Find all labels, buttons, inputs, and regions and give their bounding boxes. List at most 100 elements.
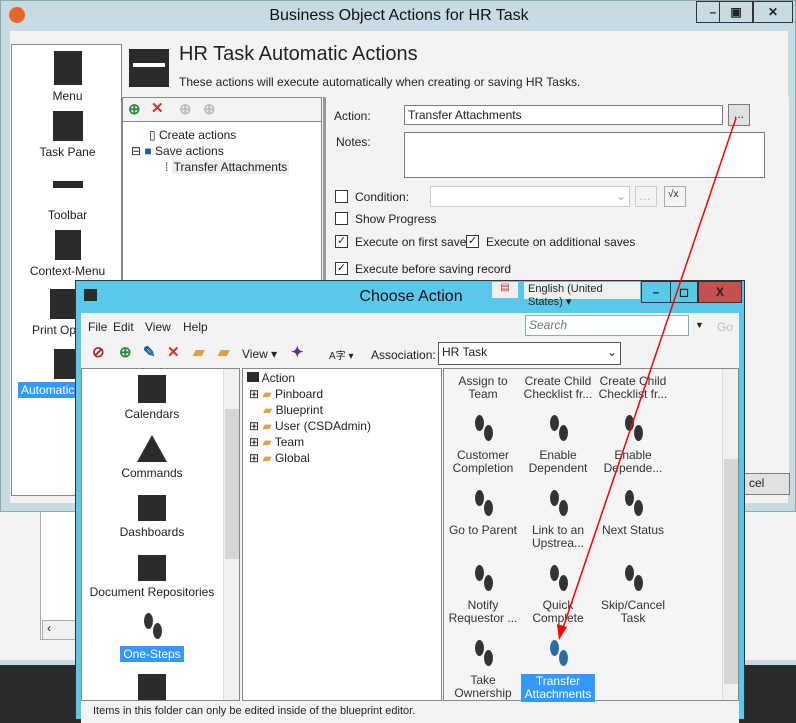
tree-item-transfer-attachments[interactable]: ⁞ Transfer Attachments — [165, 160, 290, 174]
close-button[interactable]: ✕ — [753, 1, 793, 23]
tree-root-action[interactable]: Action — [247, 371, 295, 385]
context-menu-icon — [54, 230, 81, 260]
footprints-icon — [468, 490, 498, 520]
folder-up-icon[interactable]: ▰ — [218, 343, 230, 361]
sidebar-item-task-pane[interactable]: Task Pane — [12, 111, 123, 159]
category-scrollbar[interactable] — [223, 369, 239, 700]
condition-checkbox[interactable] — [335, 190, 348, 203]
language-dropdown[interactable]: English (United States) ▾ — [524, 282, 640, 308]
dialog-close-button[interactable]: X — [698, 281, 742, 303]
dialog-maximize-button[interactable]: ◻ — [670, 281, 698, 303]
tree-item-pinboard[interactable]: ⊞ ▰ Pinboard — [249, 387, 323, 401]
menu-icon — [53, 51, 82, 85]
search-input[interactable]: Search — [525, 315, 689, 336]
category-calendars[interactable]: Calendars — [82, 375, 222, 421]
clapperboard-icon — [129, 49, 169, 87]
action-item[interactable]: Enable Depende... — [596, 415, 670, 475]
category-document-repositories[interactable]: Document Repositories — [82, 555, 222, 599]
category-dashboards[interactable]: Dashboards — [82, 495, 222, 539]
tree-item-create-actions[interactable]: ▯ Create actions — [149, 128, 236, 142]
dialog-minimize-button[interactable]: – — [641, 281, 671, 303]
delete-icon[interactable]: ✕ — [167, 343, 180, 361]
additional-saves-checkbox[interactable]: ✓ — [466, 235, 479, 248]
cancel-icon[interactable]: ⊘ — [92, 343, 105, 361]
action-item[interactable]: Create Child Checklist fr... — [596, 375, 670, 401]
font-icon[interactable]: A字 ▾ — [329, 347, 353, 362]
notes-field[interactable] — [404, 132, 765, 178]
window-title: Business Object Actions for HR Task — [269, 7, 529, 24]
before-saving-checkbox[interactable]: ✓ — [335, 262, 348, 275]
pin-icon[interactable]: ✦ — [291, 343, 304, 361]
tree-item-save-actions[interactable]: ⊟ ■ Save actions — [131, 144, 224, 158]
condition-browse-button[interactable]: … — [635, 186, 657, 207]
search-dropdown-arrow[interactable]: ▼ — [695, 320, 704, 330]
move-down-icon[interactable]: ⊕ — [179, 100, 192, 118]
action-item[interactable]: Quick Complete — [521, 565, 595, 625]
add-icon[interactable]: ⊕ — [128, 100, 141, 118]
category-commands[interactable]: Commands — [82, 435, 222, 480]
tree-item-user[interactable]: ⊞ ▰ User (CSDAdmin) — [249, 419, 371, 433]
us-flag-icon: ▤ — [492, 282, 518, 298]
add-icon[interactable]: ⊕ — [119, 343, 132, 361]
footprints-icon — [618, 490, 648, 520]
delete-icon[interactable]: ✕ — [151, 99, 164, 117]
association-label: Association: — [371, 348, 436, 362]
page-subtitle: These actions will execute automatically… — [179, 75, 581, 89]
action-item[interactable]: Create Child Checklist fr... — [521, 375, 595, 401]
footprints-icon — [468, 415, 498, 445]
action-item[interactable]: Go to Parent — [446, 490, 520, 537]
show-progress-label: Show Progress — [355, 212, 437, 226]
sidebar-item-menu[interactable]: Menu — [12, 51, 123, 103]
action-grid-scrollbar[interactable] — [722, 369, 738, 700]
window-cursor-icon — [138, 674, 166, 700]
new-folder-icon[interactable]: ▰ — [193, 343, 205, 361]
action-item[interactable]: Customer Completion — [446, 415, 520, 475]
action-field[interactable]: Transfer Attachments — [404, 105, 723, 125]
maximize-button[interactable]: ▣ — [719, 1, 753, 23]
scroll-left-button[interactable]: ‹ — [42, 620, 78, 640]
menu-help[interactable]: Help — [183, 320, 208, 334]
sidebar-item-toolbar[interactable]: Toolbar — [12, 181, 123, 222]
footprints-icon — [543, 490, 573, 520]
cancel-button[interactable]: cel — [744, 473, 790, 495]
page-title: HR Task Automatic Actions — [179, 43, 418, 65]
warning-icon — [137, 435, 167, 462]
condition-dropdown[interactable]: ⌄ — [430, 186, 630, 207]
tree-item-global[interactable]: ⊞ ▰ Global — [249, 451, 310, 465]
view-dropdown[interactable]: View ▾ — [242, 347, 277, 361]
action-item[interactable]: Link to an Upstrea... — [521, 490, 595, 550]
menu-file[interactable]: File — [88, 320, 107, 334]
task-pane-icon — [52, 111, 83, 141]
footprints-icon — [543, 640, 573, 670]
menu-view[interactable]: View — [145, 320, 171, 334]
tree-item-team[interactable]: ⊞ ▰ Team — [249, 435, 304, 449]
association-dropdown[interactable]: HR Task ⌄ — [438, 342, 621, 365]
action-item[interactable]: Assign to Team — [446, 375, 520, 401]
save-icon: ■ — [144, 144, 152, 158]
action-grid: Assign to Team Create Child Checklist fr...… — [443, 368, 739, 702]
choose-action-dialog: Choose Action ▤ English (United States) … — [75, 280, 745, 723]
action-item[interactable]: Enable Dependent — [521, 415, 595, 475]
action-label: Action: — [334, 109, 371, 123]
tree-item-blueprint[interactable]: ▰ Blueprint — [263, 403, 323, 417]
action-item[interactable]: Notify Requestor ... — [446, 565, 520, 625]
go-button[interactable]: Go — [717, 320, 733, 334]
action-item[interactable]: Take Ownership — [446, 640, 520, 700]
sidebar-item-context-menu[interactable]: Context-Menu — [12, 230, 123, 278]
footprints-icon — [137, 613, 167, 643]
move-up-icon[interactable]: ⊕ — [203, 100, 216, 118]
show-progress-checkbox[interactable] — [335, 212, 348, 225]
file-cabinet-icon — [138, 555, 166, 581]
category-one-steps[interactable]: One-Steps — [82, 613, 222, 662]
browse-action-button[interactable]: ... — [728, 104, 750, 126]
action-item[interactable]: Skip/Cancel Task — [596, 565, 670, 625]
formula-icon[interactable]: √x — [664, 186, 686, 207]
notes-label: Notes: — [336, 135, 371, 149]
footprints-icon — [618, 565, 648, 595]
action-item[interactable]: Transfer Attachments — [521, 640, 595, 702]
edit-icon[interactable]: ✎ — [143, 343, 156, 361]
footprints-icon — [618, 415, 648, 445]
first-save-checkbox[interactable]: ✓ — [335, 235, 348, 248]
action-item[interactable]: Next Status — [596, 490, 670, 537]
menu-edit[interactable]: Edit — [113, 320, 134, 334]
